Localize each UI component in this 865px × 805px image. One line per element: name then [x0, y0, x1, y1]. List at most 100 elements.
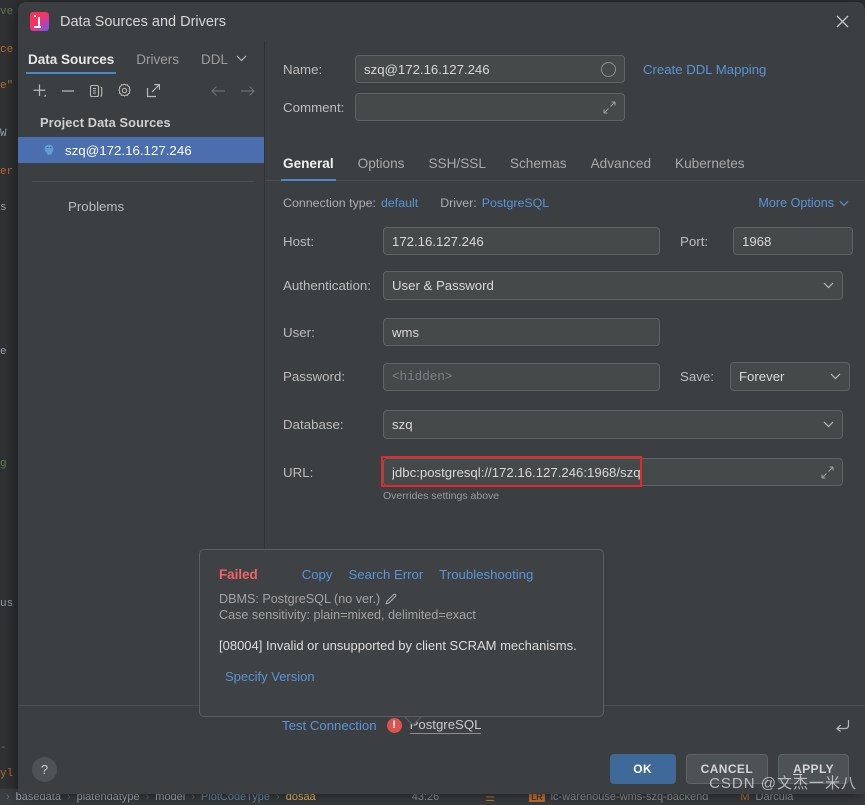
revert-icon[interactable] — [834, 718, 851, 733]
apply-rest: PPLY — [802, 762, 834, 776]
url-value: jdbc:postgresql://172.16.127.246:1968/sz… — [392, 464, 641, 480]
expand-icon[interactable] — [603, 100, 616, 114]
password-label: Password: — [283, 369, 346, 384]
database-row: Database: szq — [265, 391, 865, 439]
balloon-dbms-line: DBMS: PostgreSQL (no ver.) — [200, 582, 603, 606]
database-label: Database: — [283, 417, 344, 432]
port-value: 1968 — [742, 233, 772, 249]
balloon-tail — [401, 717, 423, 728]
chevron-down-icon — [823, 280, 834, 292]
specify-version-link[interactable]: Specify Version — [225, 669, 315, 684]
chevron-down-icon[interactable] — [236, 49, 247, 74]
tab-ssh-ssl[interactable]: SSH/SSL — [428, 156, 499, 180]
more-options-button[interactable]: More Options — [758, 196, 849, 210]
save-select[interactable]: Forever — [730, 362, 850, 391]
bg-code-fragment: ve — [0, 6, 14, 18]
authentication-row: Authentication: User & Password — [265, 255, 865, 300]
search-error-link[interactable]: Search Error — [349, 567, 424, 582]
cancel-button[interactable]: CANCEL — [685, 754, 769, 784]
dialog-title: Data Sources and Drivers — [60, 13, 227, 30]
comment-row: Comment: — [265, 83, 865, 121]
sidebar-item-data-source[interactable]: szq@172.16.127.246 — [18, 137, 264, 163]
arrow-left-icon[interactable] — [210, 85, 226, 97]
host-input[interactable]: 172.16.127.246 — [383, 227, 660, 255]
plus-icon[interactable] — [32, 83, 47, 98]
bg-code-fragment: e" — [0, 80, 14, 92]
data-sources-and-drivers-dialog: Data Sources and Drivers Data Sources Dr… — [18, 2, 865, 794]
host-label: Host: — [283, 233, 315, 249]
ok-button[interactable]: OK — [609, 754, 676, 784]
connection-meta-row: Connection type: default Driver: Postgre… — [265, 181, 865, 210]
name-row: Name: szq@172.16.127.246 Create DDL Mapp… — [265, 41, 865, 83]
tab-kubernetes[interactable]: Kubernetes — [675, 156, 759, 180]
bg-code-fragment: yl — [0, 768, 14, 780]
password-placeholder: <hidden> — [392, 369, 453, 384]
save-value: Forever — [739, 369, 785, 384]
error-circle-icon[interactable]: ! — [386, 717, 402, 733]
chevron-down-icon — [823, 419, 834, 431]
help-icon[interactable]: ? — [32, 756, 57, 782]
create-ddl-mapping-link[interactable]: Create DDL Mapping — [643, 62, 766, 77]
user-label: User: — [283, 324, 315, 340]
tab-general[interactable]: General — [281, 156, 348, 181]
troubleshooting-link[interactable]: Troubleshooting — [439, 567, 533, 582]
url-row: URL: jdbc:postgresql://172.16.127.246:19… — [265, 439, 865, 487]
authentication-value: User & Password — [392, 278, 494, 293]
host-row: Host: 172.16.127.246 Port: 1968 — [265, 210, 865, 255]
pencil-icon[interactable] — [385, 593, 397, 605]
arrow-right-icon[interactable] — [240, 85, 256, 97]
url-hint-text: Overrides settings above — [383, 490, 500, 502]
bg-code-fragment: W — [0, 128, 7, 140]
dialog-footer: ? OK CANCEL A PPLY — [18, 744, 865, 794]
status-badge: Failed — [219, 567, 258, 582]
name-input[interactable]: szq@172.16.127.246 — [355, 55, 625, 83]
save-label: Save: — [680, 369, 715, 384]
tab-schemas[interactable]: Schemas — [510, 156, 581, 180]
password-input[interactable]: <hidden> — [383, 362, 660, 391]
tab-options[interactable]: Options — [358, 156, 419, 180]
authentication-select[interactable]: User & Password — [383, 271, 843, 300]
more-options-label: More Options — [758, 196, 834, 210]
data-source-label: szq@172.16.127.246 — [65, 142, 192, 158]
authentication-label: Authentication: — [283, 278, 371, 293]
external-link-icon[interactable] — [146, 83, 161, 98]
connection-type-label: Connection type: — [283, 196, 376, 210]
minus-icon[interactable] — [61, 84, 75, 98]
balloon-case-sensitivity-line: Case sensitivity: plain=mixed, delimited… — [219, 608, 476, 622]
copy-error-link[interactable]: Copy — [302, 567, 333, 582]
sidebar-item-problems[interactable]: Problems — [18, 182, 264, 214]
tab-ddl[interactable]: DDL — [201, 52, 228, 74]
tab-advanced[interactable]: Advanced — [591, 156, 665, 180]
apply-button[interactable]: A PPLY — [778, 754, 849, 784]
close-icon[interactable] — [819, 2, 865, 41]
database-value: szq — [392, 417, 413, 432]
host-value: 172.16.127.246 — [392, 233, 484, 249]
user-input[interactable]: wms — [383, 318, 660, 346]
gear-icon[interactable] — [117, 83, 132, 98]
balloon-header: Failed Copy Search Error Troubleshooting — [200, 550, 603, 582]
data-sources-tabs: Data Sources Drivers DDL — [18, 41, 264, 74]
test-connection-button[interactable]: Test Connection — [282, 718, 377, 733]
port-input[interactable]: 1968 — [733, 227, 853, 255]
expand-icon[interactable] — [821, 465, 834, 479]
dialog-titlebar: Data Sources and Drivers — [18, 2, 865, 41]
data-sources-toolbar — [18, 74, 264, 107]
balloon-error-message: [08004] Invalid or unsupported by client… — [219, 638, 577, 653]
url-input[interactable]: jdbc:postgresql://172.16.127.246:1968/sz… — [383, 458, 843, 486]
tree-group-project-data-sources: Project Data Sources — [40, 115, 171, 130]
apply-mnemonic: A — [793, 762, 803, 776]
driver-value[interactable]: PostgreSQL — [482, 196, 550, 210]
bg-code-fragment: g — [0, 458, 7, 470]
name-label: Name: — [283, 61, 323, 77]
bg-code-fragment: - — [0, 742, 7, 754]
url-label: URL: — [283, 464, 314, 480]
data-sources-tree: Project Data Sources szq@172.16.127.246 — [18, 107, 264, 163]
copy-icon[interactable] — [89, 84, 103, 98]
database-select[interactable]: szq — [383, 410, 843, 439]
tab-drivers[interactable]: Drivers — [136, 52, 179, 74]
comment-input[interactable] — [355, 93, 625, 121]
tab-data-sources[interactable]: Data Sources — [25, 52, 117, 74]
connection-type-value[interactable]: default — [381, 196, 418, 210]
chevron-down-icon — [830, 371, 841, 383]
color-indicator-icon[interactable] — [601, 61, 616, 77]
